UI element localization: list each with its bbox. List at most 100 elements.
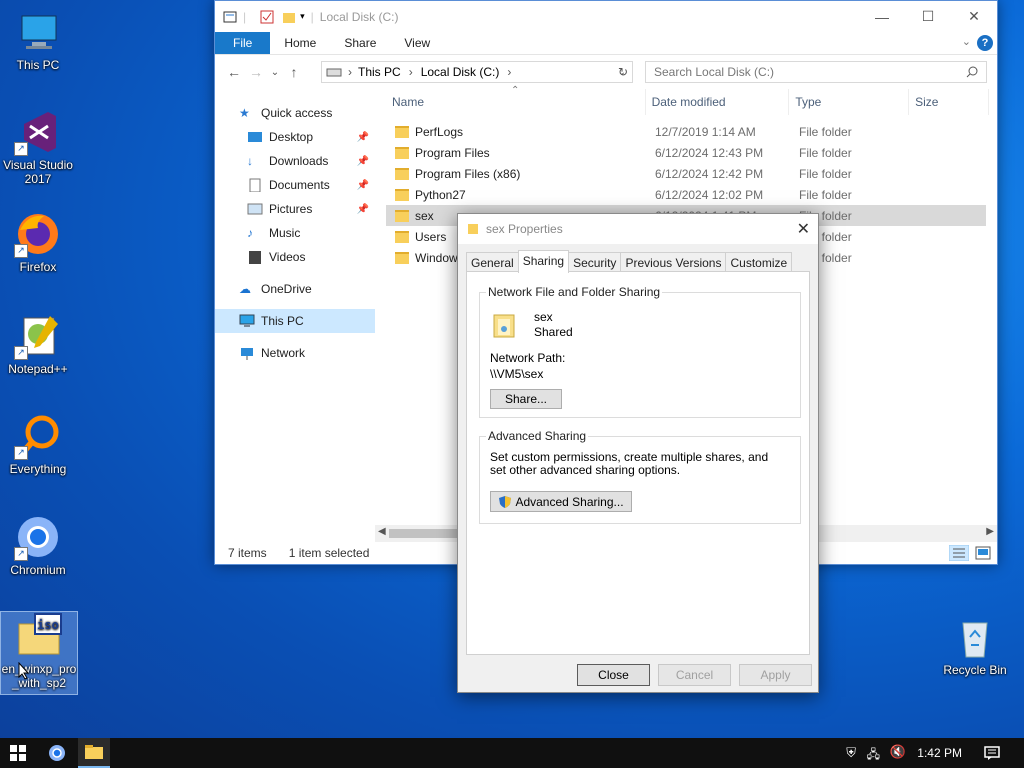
address-bar[interactable]: › This PC › Local Disk (C:) › ⌄	[321, 61, 633, 83]
volume-muted-icon[interactable]: 🔇	[890, 744, 906, 760]
desktop-icon-chromium[interactable]: ↗ Chromium	[0, 513, 76, 577]
desktop-icon-iso[interactable]: iso en_winxp_pro_with_sp2	[0, 611, 78, 695]
nav-documents[interactable]: Documents 📌	[215, 173, 375, 197]
recent-locations-icon[interactable]: ⌄	[267, 67, 283, 78]
up-arrow-icon[interactable]: ↑	[283, 64, 305, 80]
desktop-icon	[248, 132, 262, 142]
checkmark-icon[interactable]	[260, 10, 274, 24]
desktop-icon-this-pc[interactable]: This PC	[0, 8, 76, 72]
security-shield-icon[interactable]: ⛨	[846, 745, 856, 761]
tab-home[interactable]: Home	[270, 32, 330, 54]
scroll-left-icon[interactable]: ◀	[378, 526, 386, 537]
share-button[interactable]: Share...	[490, 389, 562, 409]
uac-shield-icon	[499, 495, 512, 508]
windows-start-icon[interactable]	[10, 745, 26, 761]
close-window-button[interactable]: ✕	[951, 1, 997, 32]
advanced-sharing-button[interactable]: Advanced Sharing...	[490, 491, 632, 512]
column-size[interactable]: Size	[909, 89, 989, 115]
desktop-icon-recycle-bin[interactable]: Recycle Bin	[937, 613, 1013, 677]
scroll-right-icon[interactable]: ▶	[986, 526, 994, 537]
tab-sharing[interactable]: Sharing	[517, 250, 570, 273]
details-view-icon[interactable]	[949, 545, 969, 561]
recycle-bin-icon	[951, 613, 999, 661]
forward-arrow-icon[interactable]: →	[245, 64, 267, 80]
network-path-value: \\VM5\sex	[490, 367, 544, 381]
nav-quick-access[interactable]: ★ Quick access	[215, 101, 375, 125]
column-name[interactable]: Name	[386, 89, 646, 115]
nav-pictures[interactable]: Pictures 📌	[215, 197, 375, 221]
tab-view[interactable]: View	[390, 32, 444, 54]
properties-icon[interactable]	[223, 10, 237, 24]
document-icon	[249, 178, 261, 192]
nav-music[interactable]: ♪ Music	[215, 221, 375, 245]
nav-onedrive[interactable]: ☁ OneDrive	[215, 277, 375, 301]
tab-share[interactable]: Share	[330, 32, 390, 54]
nav-desktop[interactable]: Desktop 📌	[215, 125, 375, 149]
tab-security[interactable]: Security	[568, 252, 622, 273]
desktop-icon-firefox[interactable]: ↗ Firefox	[0, 210, 76, 274]
shortcut-arrow-icon: ↗	[14, 142, 28, 156]
dropdown-arrow-icon[interactable]: ▾	[300, 11, 305, 22]
svg-text:iso: iso	[37, 618, 59, 632]
nav-downloads[interactable]: ↓ Downloads 📌	[215, 149, 375, 173]
pin-icon[interactable]: 📌	[357, 156, 369, 167]
file-row[interactable]: Program Files (x86) 6/12/2024 12:42 PM Fil…	[386, 163, 986, 184]
navigation-pane: ★ Quick access Desktop 📌 ↓ Downloads 📌 D…	[215, 101, 375, 365]
nav-this-pc[interactable]: This PC	[215, 309, 375, 333]
close-button[interactable]: Close	[577, 664, 650, 686]
file-row[interactable]: Program Files 6/12/2024 12:43 PM File fold…	[386, 142, 986, 163]
file-row[interactable]: Python27 6/12/2024 12:02 PM File folder	[386, 184, 986, 205]
large-icons-view-icon[interactable]	[975, 546, 991, 560]
dialog-tabs: General Sharing Security Previous Versio…	[466, 250, 793, 273]
window-title: Local Disk (C:)	[319, 9, 399, 24]
close-dialog-button[interactable]: ✕	[797, 219, 810, 239]
file-row[interactable]: PerfLogs 12/7/2019 1:14 AM File folder	[386, 121, 986, 142]
pin-icon[interactable]: 📌	[357, 204, 369, 215]
desktop-icon-everything[interactable]: ↗ Everything	[0, 412, 76, 476]
back-arrow-icon[interactable]: ←	[223, 64, 245, 80]
tab-previous-versions[interactable]: Previous Versions	[620, 252, 727, 273]
shortcut-arrow-icon: ↗	[14, 346, 28, 360]
maximize-button[interactable]: ☐	[905, 1, 951, 32]
file-date: 6/12/2024 12:42 PM	[655, 166, 764, 181]
tab-general[interactable]: General	[466, 252, 519, 273]
computer-icon	[239, 314, 255, 327]
cancel-button[interactable]: Cancel	[658, 664, 731, 686]
nav-videos[interactable]: Videos	[215, 245, 375, 269]
nav-label: Documents	[269, 178, 330, 192]
file-explorer-taskbar-button[interactable]	[78, 738, 110, 768]
ribbon-tabs: File Home Share View ⌄ ?	[215, 32, 997, 55]
network-tray-icon[interactable]: 🖧	[867, 745, 880, 766]
help-icon[interactable]: ?	[977, 35, 993, 51]
tab-file[interactable]: File	[215, 32, 271, 54]
chromium-taskbar-icon[interactable]	[48, 744, 66, 762]
breadcrumb-local-disk[interactable]: Local Disk (C:)	[421, 65, 500, 79]
scrollbar-thumb[interactable]	[389, 529, 459, 538]
search-input[interactable]: Search Local Disk (C:)	[645, 61, 987, 83]
file-name: Program Files	[415, 145, 490, 160]
notepadpp-icon: ↗	[14, 312, 62, 360]
taskbar: ⛨ 🖧 🔇 1:42 PM	[0, 738, 1024, 768]
nav-network[interactable]: Network	[215, 341, 375, 365]
refresh-icon[interactable]: ↻	[618, 65, 628, 79]
column-date-modified[interactable]: Date modified	[646, 89, 790, 115]
pin-icon[interactable]: 📌	[357, 180, 369, 191]
star-icon: ★	[239, 106, 250, 120]
expand-ribbon-icon[interactable]: ⌄	[962, 35, 971, 48]
file-type: File folder	[799, 187, 852, 202]
computer-icon	[14, 8, 62, 56]
breadcrumb-this-pc[interactable]: This PC	[358, 65, 401, 79]
separator: |	[310, 9, 314, 24]
file-type: File folder	[799, 145, 852, 160]
clock[interactable]: 1:42 PM	[917, 746, 962, 760]
minimize-button[interactable]: —	[859, 1, 905, 32]
tab-customize[interactable]: Customize	[725, 252, 793, 273]
search-icon	[966, 66, 978, 78]
new-folder-icon[interactable]	[282, 10, 296, 24]
desktop-icon-notepadpp[interactable]: ↗ Notepad++	[0, 312, 76, 376]
desktop-icon-visual-studio[interactable]: ↗ Visual Studio 2017	[0, 108, 76, 186]
column-type[interactable]: Type	[789, 89, 910, 115]
notification-icon[interactable]	[984, 745, 1000, 761]
pin-icon[interactable]: 📌	[357, 132, 369, 143]
apply-button[interactable]: Apply	[739, 664, 812, 686]
